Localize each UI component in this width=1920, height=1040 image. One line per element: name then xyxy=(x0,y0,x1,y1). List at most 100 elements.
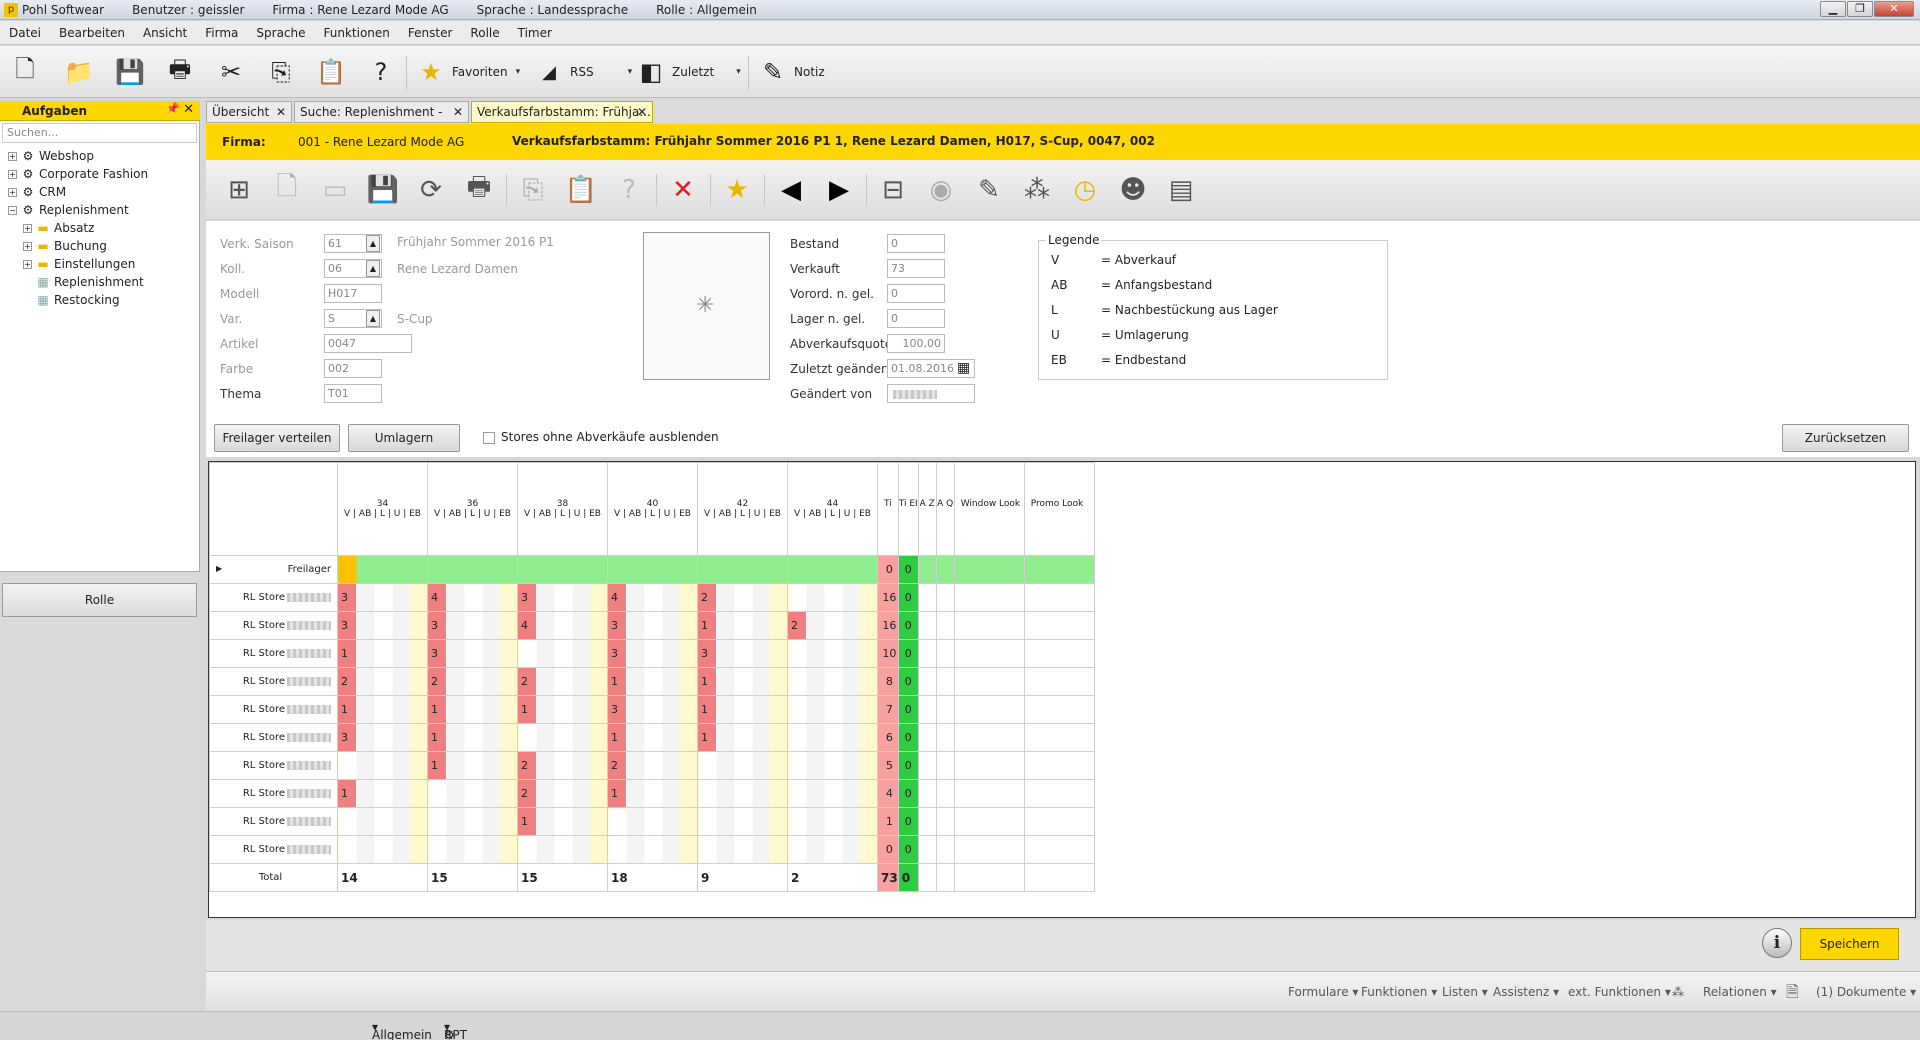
size-cell[interactable]: 2 xyxy=(697,583,788,612)
extra-cell[interactable] xyxy=(953,751,1025,780)
size-cell[interactable]: 1 xyxy=(337,779,428,808)
lookup-arrow-icon[interactable]: ▲ xyxy=(366,235,380,252)
tree-item-webshop[interactable]: + ⚙ Webshop xyxy=(8,147,94,165)
save-record-icon[interactable]: 💾 xyxy=(364,171,402,209)
disc-icon[interactable]: ◉ xyxy=(922,171,960,209)
extra-cell[interactable] xyxy=(1023,583,1095,612)
extra-cell[interactable] xyxy=(935,835,955,864)
size-cell[interactable] xyxy=(337,751,428,780)
table-row[interactable]: ▶ Freilager 0 0 xyxy=(209,555,1095,584)
extra-cell[interactable] xyxy=(953,807,1025,836)
size-cell[interactable]: 3 xyxy=(517,583,608,612)
extra-cell[interactable] xyxy=(935,807,955,836)
copy-record-icon[interactable]: ⎘ xyxy=(514,171,552,209)
size-cell[interactable]: 2 xyxy=(787,611,878,640)
extra-cell[interactable] xyxy=(917,751,937,780)
size-cell[interactable] xyxy=(337,807,428,836)
tree-item-absatz[interactable]: + ▬ Absatz xyxy=(23,219,94,237)
size-cell[interactable] xyxy=(517,639,608,668)
minimize-icon[interactable]: ▁ xyxy=(1820,1,1846,17)
thema-input[interactable]: T01 xyxy=(324,384,382,403)
size-cell[interactable] xyxy=(787,723,878,752)
abverkaufsquote-input[interactable]: 100,00 xyxy=(887,334,945,353)
edit-document-icon[interactable]: ✎ xyxy=(970,171,1008,209)
extra-cell[interactable] xyxy=(1023,667,1095,696)
umlagern-button[interactable]: Umlagern xyxy=(348,424,460,452)
extra-header-2[interactable]: A Z xyxy=(917,462,937,556)
footer-relationen[interactable]: Relationen ▾ xyxy=(1703,985,1777,999)
zuruecksetzen-button[interactable]: Zurücksetzen xyxy=(1782,424,1909,452)
extra-cell[interactable] xyxy=(953,639,1025,668)
clock-icon[interactable]: ◷ xyxy=(1066,171,1104,209)
extra-cell[interactable] xyxy=(935,555,955,584)
previous-record-icon[interactable]: ◀ xyxy=(772,171,810,209)
extra-cell[interactable] xyxy=(953,695,1025,724)
extra-cell[interactable] xyxy=(1023,751,1095,780)
size-cell[interactable] xyxy=(517,835,608,864)
size-cell[interactable]: 1 xyxy=(427,723,518,752)
tab-verkaufsfarbstamm[interactable]: Verkaufsfarbstamm: Frühja... ✕ xyxy=(471,101,653,123)
speichern-button[interactable]: Speichern xyxy=(1800,928,1899,960)
notiz-button[interactable]: ✎ Notiz xyxy=(756,54,825,90)
size-cell[interactable] xyxy=(787,667,878,696)
size-cell[interactable] xyxy=(427,807,518,836)
size-header-36[interactable]: 36 V | AB | L | U | EB xyxy=(427,462,518,556)
size-cell[interactable]: 2 xyxy=(337,667,428,696)
layout-grid-icon[interactable]: ⊞ xyxy=(220,171,258,209)
extra-cell[interactable] xyxy=(1023,555,1095,584)
close-icon[interactable]: ✕ xyxy=(183,102,194,117)
size-header-42[interactable]: 42 V | AB | L | U | EB xyxy=(697,462,788,556)
new-button[interactable]: 🗋 xyxy=(8,54,42,90)
size-cell[interactable]: 3 xyxy=(427,611,518,640)
tree-item-crm[interactable]: + ⚙ CRM xyxy=(8,183,66,201)
cut-button[interactable]: ✂ xyxy=(214,54,248,90)
size-cell[interactable]: 3 xyxy=(337,611,428,640)
table-row[interactable]: RL Store 3 4 3 4 2 16 0 xyxy=(209,583,1095,612)
size-cell[interactable]: 1 xyxy=(337,639,428,668)
extra-cell[interactable] xyxy=(917,555,937,584)
extra-cell[interactable] xyxy=(917,639,937,668)
menu-firma[interactable]: Firma xyxy=(196,21,247,45)
size-cell[interactable] xyxy=(787,779,878,808)
extra-cell[interactable] xyxy=(953,779,1025,808)
size-header-40[interactable]: 40 V | AB | L | U | EB xyxy=(607,462,698,556)
expand-icon[interactable]: + xyxy=(8,170,17,179)
size-cell[interactable]: 1 xyxy=(427,751,518,780)
tree-item-replenishment-group[interactable]: − ⚙ Replenishment xyxy=(8,201,129,219)
size-cell[interactable]: 1 xyxy=(517,807,608,836)
size-cell[interactable]: 1 xyxy=(697,667,788,696)
next-record-icon[interactable]: ▶ xyxy=(820,171,858,209)
table-row[interactable]: RL Store 3 1 1 1 6 0 xyxy=(209,723,1095,752)
maximize-icon[interactable]: ❐ xyxy=(1847,1,1873,17)
favorite-star-icon[interactable]: ★ xyxy=(718,171,756,209)
size-cell[interactable]: 1 xyxy=(607,723,698,752)
extra-cell[interactable] xyxy=(953,555,1025,584)
size-cell[interactable]: 1 xyxy=(517,695,608,724)
extra-cell[interactable] xyxy=(1023,611,1095,640)
menu-sprache[interactable]: Sprache xyxy=(247,21,314,45)
size-cell[interactable] xyxy=(427,779,518,808)
collapse-icon[interactable]: − xyxy=(8,206,17,215)
size-cell[interactable]: 2 xyxy=(427,667,518,696)
extra-header-4[interactable]: Window Look xyxy=(953,462,1025,556)
size-cell[interactable]: 4 xyxy=(517,611,608,640)
size-cell[interactable] xyxy=(697,779,788,808)
extra-cell[interactable] xyxy=(935,639,955,668)
size-cell[interactable] xyxy=(697,807,788,836)
tab-suche-replenishment[interactable]: Suche: Replenishment - Pr...✕ xyxy=(294,101,469,139)
menu-timer[interactable]: Timer xyxy=(509,21,561,45)
status-rpt[interactable]: ⚙ RPT ▾ xyxy=(444,1020,467,1040)
extra-header-5[interactable]: Promo Look xyxy=(1023,462,1095,556)
expand-icon[interactable]: + xyxy=(23,224,32,233)
delete-icon[interactable]: ✕ xyxy=(664,171,702,209)
size-cell[interactable] xyxy=(787,555,878,584)
lookup-arrow-icon[interactable]: ▲ xyxy=(366,260,380,277)
copy-button[interactable]: ⎘ xyxy=(264,54,298,90)
size-cell[interactable] xyxy=(517,723,608,752)
extra-cell[interactable] xyxy=(935,695,955,724)
new-record-icon[interactable]: 🗋 xyxy=(268,171,306,209)
size-cell[interactable] xyxy=(517,555,608,584)
extra-cell[interactable] xyxy=(917,611,937,640)
size-cell[interactable]: 3 xyxy=(607,695,698,724)
size-header-44[interactable]: 44 V | AB | L | U | EB xyxy=(787,462,878,556)
